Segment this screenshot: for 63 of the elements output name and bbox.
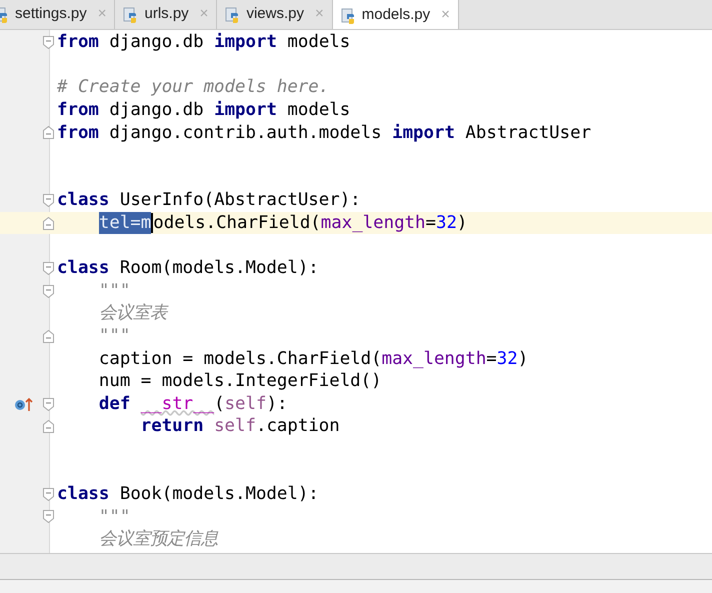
circle-arrow-icon[interactable] bbox=[14, 396, 34, 410]
code-token: class bbox=[57, 189, 110, 212]
code-token: """ bbox=[98, 506, 130, 528]
tab-label: models.py bbox=[362, 5, 430, 26]
code-token: import bbox=[214, 99, 277, 122]
fold-marker-icon[interactable] bbox=[43, 126, 54, 140]
fold-marker-icon[interactable] bbox=[43, 262, 54, 275]
fold-marker-icon[interactable] bbox=[43, 420, 54, 434]
tab-label: views.py bbox=[246, 4, 304, 24]
fold-marker-icon[interactable] bbox=[43, 194, 54, 208]
code-token: .caption bbox=[256, 415, 340, 438]
code-token: models bbox=[287, 99, 350, 122]
code-token: Book(models.Model): bbox=[120, 483, 319, 506]
code-token: 会议室表 bbox=[98, 302, 167, 324]
code-token: self bbox=[224, 392, 266, 415]
code-token: class bbox=[57, 257, 110, 280]
tab-label: urls.py bbox=[144, 4, 189, 24]
code-token: UserInfo(AbstractUser): bbox=[120, 189, 361, 212]
code-token: Room(models.Model): bbox=[120, 257, 319, 280]
fold-marker-icon[interactable] bbox=[43, 488, 54, 501]
code-token: ) bbox=[456, 212, 468, 234]
code-token: from bbox=[57, 99, 99, 122]
fold-marker-icon[interactable] bbox=[43, 510, 54, 524]
code-token: """ bbox=[98, 280, 130, 302]
code-token: 32 bbox=[496, 348, 518, 370]
code-token: import bbox=[392, 122, 455, 144]
code-token: num = models.IntegerField() bbox=[98, 370, 382, 392]
code-token: class bbox=[57, 483, 110, 506]
code-token: import bbox=[214, 31, 277, 54]
code-token: """ bbox=[98, 325, 130, 348]
code-token: def bbox=[98, 392, 130, 415]
code-token: ) bbox=[518, 348, 528, 370]
code-token: odels.CharField( bbox=[153, 212, 321, 234]
code-token: from bbox=[57, 122, 99, 144]
code-token: max_length bbox=[320, 212, 426, 234]
editor-tab[interactable]: settings.py × bbox=[0, 0, 116, 29]
code-token: 32 bbox=[436, 212, 457, 234]
code-token: __str__ bbox=[140, 392, 214, 415]
selected-code: tel=m bbox=[98, 212, 152, 234]
code-token: from bbox=[57, 31, 99, 54]
fold-marker-icon[interactable] bbox=[43, 36, 54, 49]
fold-marker-icon[interactable] bbox=[43, 398, 54, 410]
tab-label: settings.py bbox=[15, 4, 87, 24]
code-token: django.db bbox=[109, 99, 204, 122]
code-token: django.db bbox=[109, 31, 204, 54]
fold-marker-icon[interactable] bbox=[43, 284, 54, 298]
code-token: models bbox=[287, 31, 350, 54]
code-comment: # Create your models here. bbox=[57, 76, 330, 98]
code-token: ( bbox=[214, 392, 225, 415]
code-token: return bbox=[140, 415, 204, 438]
code-token: django.contrib.auth.models bbox=[109, 122, 382, 144]
fold-marker-icon[interactable] bbox=[43, 216, 54, 230]
code-token: 会议室预定信息 bbox=[98, 528, 218, 550]
code-token: AbstractUser bbox=[465, 122, 592, 144]
python-file-icon bbox=[340, 8, 357, 24]
code-token: = bbox=[486, 348, 497, 370]
code-token: max_length bbox=[382, 348, 486, 370]
code-token: ): bbox=[266, 392, 288, 415]
editor-tab[interactable]: models.py × bbox=[332, 0, 459, 29]
code-token: caption = models.CharField( bbox=[98, 348, 382, 370]
text-caret bbox=[151, 213, 154, 234]
code-token: = bbox=[425, 212, 436, 234]
code-token: self bbox=[214, 415, 256, 438]
